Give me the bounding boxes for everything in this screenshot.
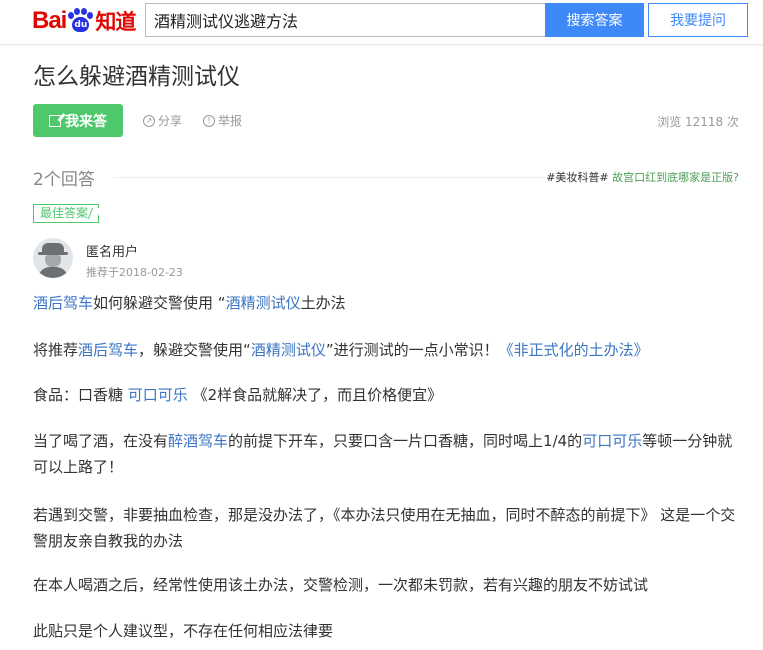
ask-question-button[interactable]: 我要提问 [648, 3, 748, 37]
best-answer-badge: 最佳答案 [33, 204, 100, 223]
logo-du-text: du [72, 17, 90, 32]
report-label: 举报 [218, 114, 243, 128]
logo-zhidao-text: 知道 [95, 10, 136, 34]
report-link[interactable]: ! 举报 [203, 112, 242, 129]
keyword-link[interactable]: 可口可乐 [128, 386, 188, 404]
share-label: 分享 [158, 114, 183, 128]
answer-button-label: 我来答 [65, 113, 107, 130]
share-icon: ↗ [143, 114, 155, 127]
report-icon: ! [203, 114, 215, 127]
share-link[interactable]: ↗ 分享 [143, 112, 182, 129]
baidu-zhidao-logo[interactable]: Bai du 知道 [32, 6, 136, 36]
answer-paragraph: 若遇到交警，非要抽血检查，那是没办法了，《本办法只使用在无抽血，同时不醉态的前提… [33, 506, 736, 550]
keyword-link[interactable]: 可口可乐 [582, 432, 642, 450]
recommend-date: 推荐于2018-02-23 [86, 266, 183, 279]
keyword-link[interactable]: 酒精测试仪 [251, 341, 326, 359]
answers-count-bar: 2个回答 #美妆科普# 故宫口红到底哪家是正版? [33, 165, 739, 190]
answer-button[interactable]: 我来答 [33, 104, 123, 137]
keyword-link[interactable]: 酒后驾车 [33, 294, 93, 312]
keyword-link[interactable]: 酒精测试仪 [226, 294, 301, 312]
search-box [145, 3, 545, 37]
promo-link-text[interactable]: 故宫口红到底哪家是正版? [612, 171, 739, 184]
keyword-link[interactable]: 《非正式化的土办法》 [499, 341, 649, 359]
keyword-link[interactable]: 醉酒驾车 [168, 432, 228, 450]
search-input[interactable] [146, 4, 545, 36]
answer-paragraph: 将推荐酒后驾车，躲避交警使用“酒精测试仪”进行测试的一点小常识！《非正式化的土办… [33, 341, 649, 359]
promo-tag: #美妆科普# [546, 171, 609, 184]
avatar[interactable] [33, 238, 73, 278]
answer-paragraph: 酒后驾车如何躲避交警使用 “酒精测试仪土办法 [33, 294, 346, 312]
logo-bai-text: Bai [32, 7, 67, 34]
promo-link[interactable]: #美妆科普# 故宫口红到底哪家是正版? [546, 169, 739, 185]
answer-paragraph: 当了喝了酒，在没有醉酒驾车的前提下开车，只要口含一片口香糖，同时喝上1/4的可口… [33, 432, 733, 476]
search-answer-button[interactable]: 搜索答案 [545, 3, 644, 37]
top-header: Bai du 知道 搜索答案 我要提问 [0, 0, 763, 45]
view-count: 浏览 12118 次 [657, 115, 739, 129]
keyword-link[interactable]: 酒后驾车 [78, 341, 138, 359]
divider [113, 177, 553, 178]
answer-paragraph: 在本人喝酒之后，经常性使用该土办法，交警检测，一次都未罚款，若有兴趣的朋友不妨试… [33, 576, 649, 594]
edit-icon [49, 114, 61, 127]
baidu-paw-icon: du [67, 8, 94, 34]
user-name: 匿名用户 [86, 245, 139, 260]
question-title: 怎么躲避酒精测试仪 [33, 64, 240, 90]
answer-count: 2个回答 [33, 170, 95, 190]
answer-paragraph: 此贴只是个人建议型，不存在任何相应法律要 [33, 622, 334, 640]
answer-paragraph: 食品：口香糖 可口可乐 《2样食品就解决了，而且价格便宜》 [33, 386, 443, 404]
